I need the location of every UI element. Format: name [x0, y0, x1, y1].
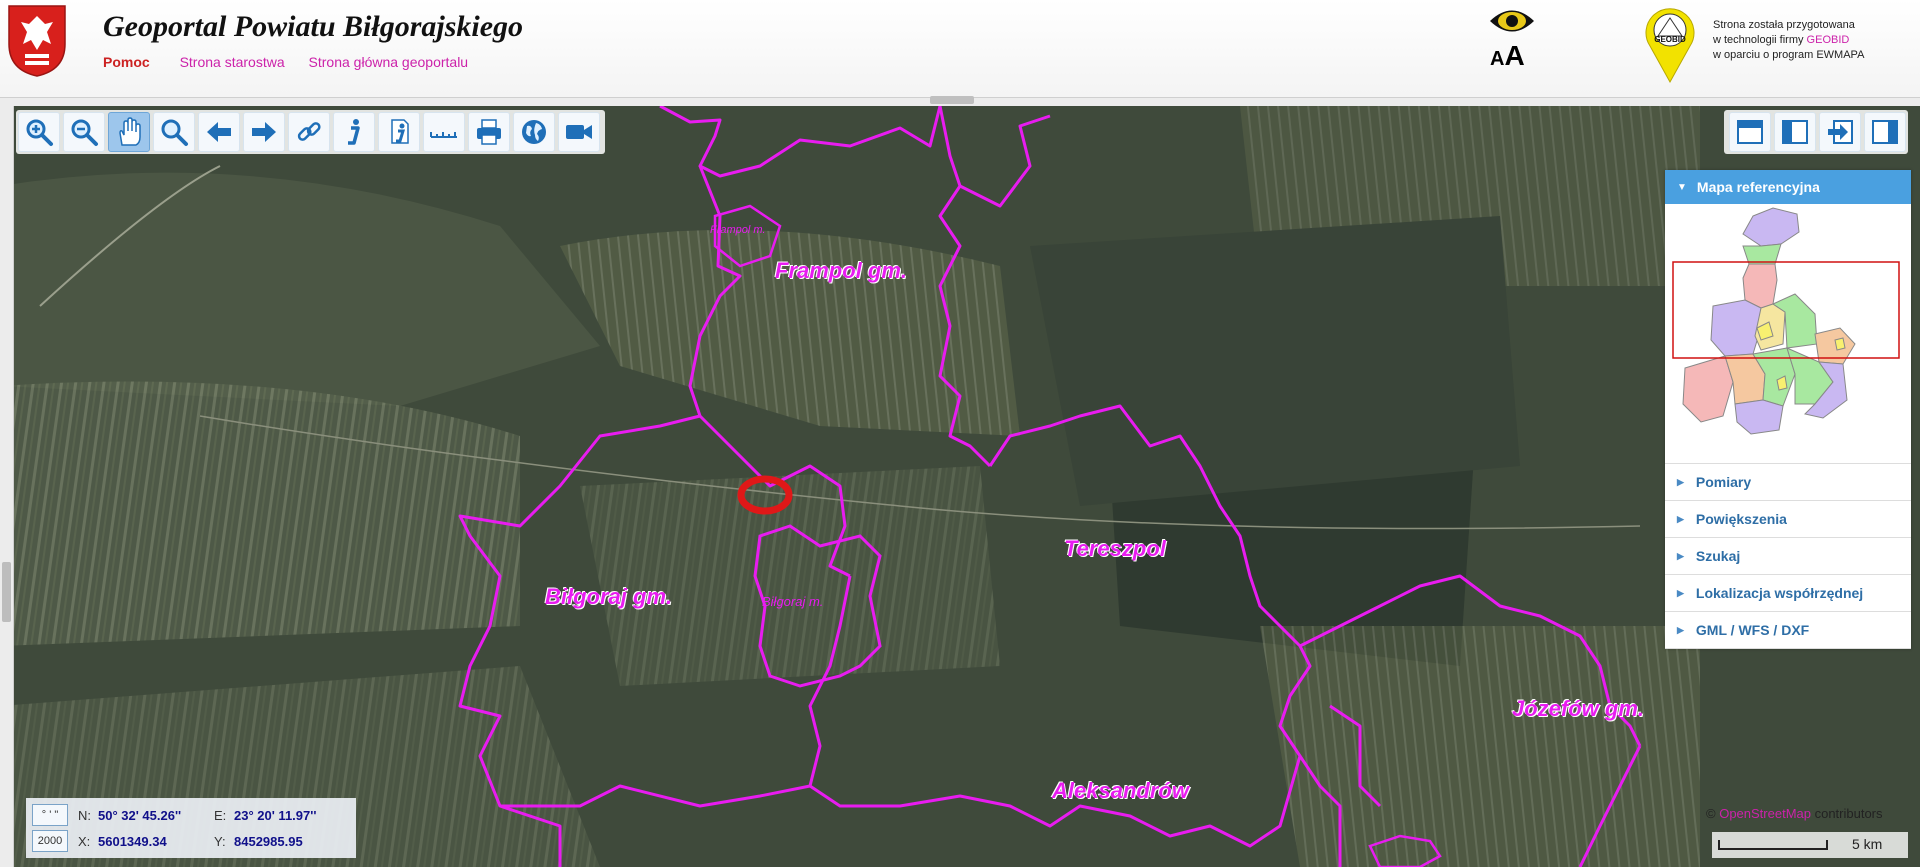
- scale-bar-line: [1718, 840, 1828, 850]
- zoom-out-icon: [71, 119, 98, 146]
- y-label: Y:: [214, 834, 226, 849]
- map-label-frampol-gm: Frampol gm.: [775, 258, 908, 283]
- zoom-in-tool[interactable]: [18, 112, 60, 152]
- zoom-in-icon: [26, 119, 53, 146]
- camera-icon: [566, 125, 592, 139]
- left-panel-handle[interactable]: [2, 562, 11, 622]
- eye-icon[interactable]: [1488, 6, 1536, 36]
- caret-right-icon: ▶: [1677, 624, 1684, 635]
- header: Geoportal Powiatu Biłgorajskiego Pomoc S…: [0, 0, 1920, 98]
- arrow-into-box-icon: [1828, 120, 1853, 144]
- coordinates-box: ° ' " 2000 N: 50° 32' 45.26'' E: 23° 20'…: [26, 798, 356, 858]
- e-label: E:: [214, 808, 227, 823]
- map-attribution: © OpenStreetMap contributors: [1706, 806, 1883, 821]
- layout-toolbar: [1724, 110, 1908, 154]
- map-label-tereszpol: Tereszpol: [1064, 536, 1166, 561]
- scale-bar: 5 km: [1712, 832, 1908, 858]
- header-collapse-handle[interactable]: [930, 96, 974, 104]
- scale-label: 5 km: [1852, 836, 1883, 852]
- info-document-icon: [391, 119, 409, 144]
- map-label-bilgoraj-gm: Biłgoraj gm.: [545, 584, 673, 609]
- left-panel-bar[interactable]: [0, 106, 14, 867]
- x-value: 5601349.34: [98, 834, 167, 849]
- arrow-right-icon: [252, 122, 276, 142]
- panel-item-gml-wfs-dxf[interactable]: ▶ GML / WFS / DXF: [1665, 612, 1911, 649]
- panel-item-coordinate-location[interactable]: ▶ Lokalizacja współrzędnej: [1665, 575, 1911, 612]
- caret-right-icon: ▶: [1677, 587, 1684, 598]
- hand-icon: [119, 117, 141, 146]
- county-site-link[interactable]: Strona starostwa: [180, 54, 285, 70]
- map-label-aleksandrow: Aleksandrów: [1052, 778, 1189, 803]
- geobid-logo[interactable]: GEOBID: [1644, 6, 1696, 84]
- layout-right-button[interactable]: [1864, 112, 1906, 152]
- map-label-bilgoraj-m: Biłgoraj m.: [762, 594, 824, 609]
- y-value: 8452985.95: [234, 834, 303, 849]
- panel-item-search[interactable]: ▶ Szukaj: [1665, 538, 1911, 575]
- reference-map-title: Mapa referencyjna: [1696, 179, 1820, 195]
- osm-link[interactable]: OpenStreetMap: [1719, 806, 1811, 821]
- info-extended-tool[interactable]: [378, 112, 420, 152]
- info-tool[interactable]: [333, 112, 375, 152]
- magnifier-icon: [161, 119, 188, 146]
- export-button[interactable]: [1819, 112, 1861, 152]
- globe-tool[interactable]: [513, 112, 555, 152]
- layout-top-icon: [1737, 120, 1763, 144]
- pan-tool[interactable]: [108, 112, 150, 152]
- measure-tool[interactable]: [423, 112, 465, 152]
- page-title: Geoportal Powiatu Biłgorajskiego: [103, 10, 524, 43]
- video-tool[interactable]: [558, 112, 600, 152]
- map-view[interactable]: Frampol gm. Biłgoraj gm. Tereszpol Józef…: [0, 106, 1920, 867]
- link-icon: [297, 122, 321, 141]
- layout-right-icon: [1872, 120, 1898, 144]
- layout-top-button[interactable]: [1729, 112, 1771, 152]
- n-label: N:: [78, 808, 91, 823]
- zoom-out-tool[interactable]: [63, 112, 105, 152]
- crest-logo[interactable]: [7, 4, 67, 78]
- layout-left-icon: [1782, 120, 1808, 144]
- reference-map[interactable]: [1665, 204, 1911, 464]
- map-toolbar: [16, 110, 605, 154]
- panel-item-zooms[interactable]: ▶ Powiększenia: [1665, 501, 1911, 538]
- n-value: 50° 32' 45.26'': [98, 808, 182, 823]
- info-icon: [348, 119, 360, 145]
- e-value: 23° 20' 11.97'': [234, 808, 317, 823]
- caret-right-icon: ▶: [1677, 476, 1684, 487]
- zoom-extent-tool[interactable]: [153, 112, 195, 152]
- reference-map-canvas[interactable]: [1665, 204, 1911, 464]
- side-panel: ▼ Mapa referencyjna ▶ Pomiary ▶ Powiększ…: [1665, 170, 1911, 649]
- help-link[interactable]: Pomoc: [103, 54, 150, 70]
- font-small-label: A: [1490, 48, 1505, 70]
- globe-icon: [522, 120, 546, 144]
- geoportal-home-link[interactable]: Strona główna geoportalu: [309, 54, 469, 70]
- font-size-toggle[interactable]: AA: [1490, 40, 1525, 72]
- header-links: Pomoc Strona starostwa Strona główna geo…: [103, 54, 488, 70]
- grid-format-button[interactable]: 2000: [32, 830, 68, 852]
- caret-down-icon: ▼: [1677, 181, 1687, 193]
- dms-format-button[interactable]: ° ' ": [32, 804, 68, 826]
- printer-icon: [477, 119, 501, 145]
- arrow-left-icon: [207, 122, 231, 142]
- svg-text:GEOBID: GEOBID: [1654, 35, 1686, 44]
- reference-map-header[interactable]: ▼ Mapa referencyjna: [1665, 170, 1911, 204]
- geobid-link[interactable]: GEOBID: [1807, 34, 1850, 46]
- print-tool[interactable]: [468, 112, 510, 152]
- map-label-frampol-m: Frampol m.: [710, 224, 766, 236]
- back-tool[interactable]: [198, 112, 240, 152]
- layout-left-button[interactable]: [1774, 112, 1816, 152]
- font-large-label: A: [1504, 40, 1525, 71]
- credit-line-2: w technologii firmy GEOBID: [1713, 34, 1850, 46]
- caret-right-icon: ▶: [1677, 550, 1684, 561]
- link-tool[interactable]: [288, 112, 330, 152]
- forward-tool[interactable]: [243, 112, 285, 152]
- caret-right-icon: ▶: [1677, 513, 1684, 524]
- credit-line-3: w oparciu o program EWMAPA: [1713, 49, 1865, 61]
- map-canvas[interactable]: [0, 106, 1920, 867]
- map-label-jozefow-gm: Józefów gm.: [1512, 696, 1645, 721]
- panel-item-measurements[interactable]: ▶ Pomiary: [1665, 464, 1911, 501]
- ruler-icon: [430, 132, 457, 138]
- x-label: X:: [78, 834, 91, 849]
- credit-line-1: Strona została przygotowana: [1713, 19, 1855, 31]
- geobid-credit: Strona została przygotowana w technologi…: [1713, 18, 1864, 63]
